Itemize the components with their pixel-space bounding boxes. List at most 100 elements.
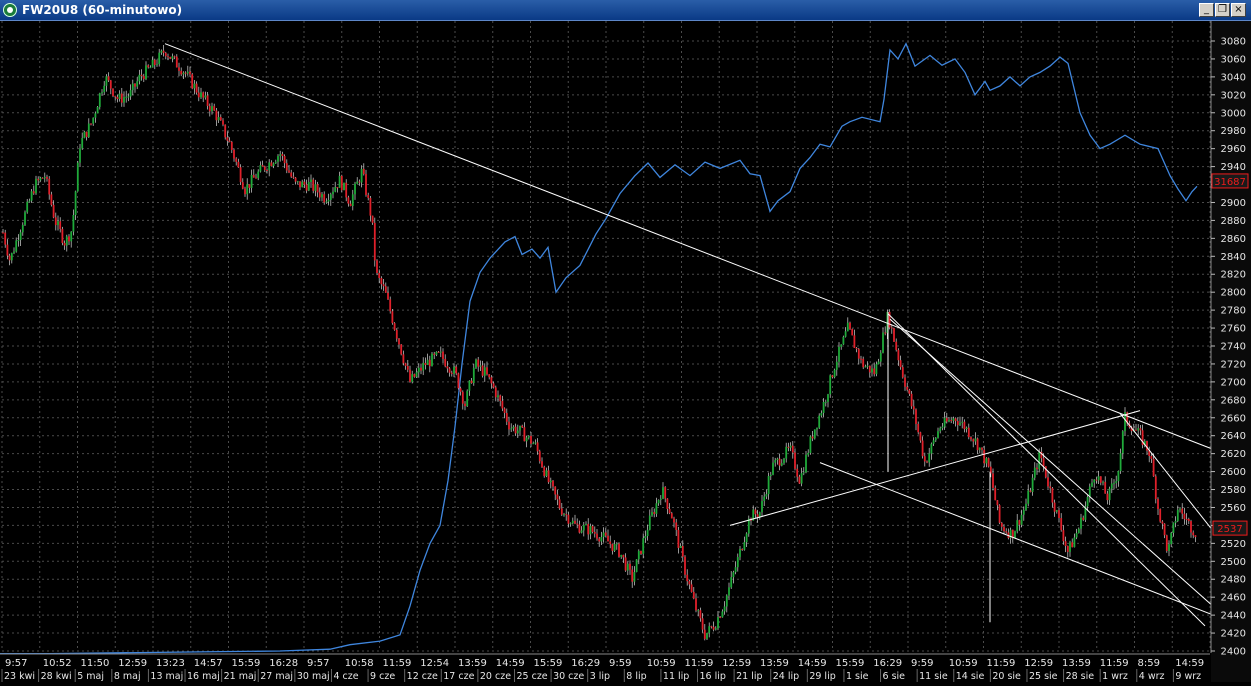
- y-tick-label: 2980: [1221, 126, 1246, 137]
- candle-down: [910, 393, 913, 407]
- minimize-button[interactable]: _: [1199, 3, 1214, 17]
- candle-down: [336, 187, 339, 189]
- candle-down: [503, 408, 506, 413]
- candle-up: [435, 351, 438, 355]
- candle-up: [204, 95, 207, 98]
- x-tick-label-date: 16 maj: [187, 671, 220, 682]
- candle-down: [684, 556, 686, 575]
- candle-down: [1183, 513, 1186, 519]
- candle-down: [666, 498, 669, 510]
- candle-down: [1163, 523, 1166, 536]
- candle-down: [285, 163, 288, 171]
- candle-up: [87, 123, 90, 138]
- y-axis: 2400242024402460248025002520254025602580…: [1210, 21, 1251, 682]
- candle-down: [266, 169, 268, 171]
- candle-down: [373, 222, 376, 261]
- candle-down: [921, 440, 924, 457]
- candle-up: [767, 476, 770, 495]
- candle-up: [74, 191, 77, 216]
- x-tick-label-date: 6 sie: [883, 671, 906, 682]
- candle-down: [631, 569, 634, 582]
- candle-down: [369, 197, 372, 216]
- candle-down: [283, 155, 286, 164]
- candle-up: [730, 577, 733, 588]
- candle-down: [851, 328, 854, 336]
- y-tick-label: 2800: [1221, 288, 1246, 299]
- candle-up: [19, 232, 22, 241]
- candle-up: [882, 332, 884, 353]
- candle-down: [488, 374, 491, 378]
- x-tick-label-time: 11:59: [987, 658, 1016, 669]
- x-tick-label-time: 13:23: [156, 658, 185, 669]
- candle-down: [481, 365, 484, 376]
- candle-down: [1000, 522, 1003, 527]
- candle-up: [637, 550, 640, 560]
- candle-down: [1135, 429, 1137, 431]
- y-tick-label: 2740: [1221, 342, 1246, 353]
- candle-up: [822, 401, 825, 413]
- candle-down: [153, 59, 156, 66]
- candle-down: [1049, 486, 1052, 489]
- candle-down: [862, 358, 865, 368]
- candle-down: [202, 92, 205, 98]
- candle-down: [241, 182, 244, 189]
- candle-down: [1066, 546, 1069, 552]
- close-button[interactable]: ×: [1231, 3, 1246, 17]
- candle-down: [624, 557, 627, 571]
- candle-up: [589, 526, 592, 535]
- candle-up: [96, 106, 99, 114]
- candle-down: [983, 449, 986, 464]
- candle-down: [1152, 458, 1155, 477]
- candle-down: [41, 177, 44, 179]
- candle-up: [1031, 477, 1034, 492]
- candle-up: [934, 437, 937, 441]
- candle-up: [1027, 490, 1030, 504]
- candle-up: [646, 529, 649, 537]
- candle-down: [954, 418, 957, 422]
- candle-up: [415, 372, 418, 377]
- chart-area[interactable]: 2400242024402460248025002520254025602580…: [0, 21, 1251, 682]
- candle-up: [354, 183, 356, 195]
- candle-up: [472, 367, 475, 384]
- candle-down: [1104, 481, 1107, 494]
- candle-up: [43, 176, 46, 179]
- candle-up: [725, 595, 728, 607]
- candle-down: [162, 50, 165, 53]
- current-price-label: 2537: [1217, 524, 1242, 535]
- x-tick-label-date: 9 cze: [370, 671, 395, 682]
- candle-up: [182, 72, 185, 75]
- candle-up: [160, 50, 163, 53]
- title-bar: FW20U8 (60-minutowo) _ ❐ ×: [0, 0, 1251, 21]
- candle-up: [1119, 453, 1122, 472]
- candle-down: [114, 95, 117, 97]
- candle-down: [402, 354, 405, 364]
- candle-down: [967, 427, 970, 438]
- candle-up: [466, 390, 469, 407]
- y-tick-label: 2680: [1221, 395, 1246, 406]
- candle-down: [596, 533, 598, 539]
- candle-up: [732, 572, 735, 578]
- candle-up: [296, 181, 299, 183]
- candle-down: [444, 358, 447, 367]
- x-tick-label-time: 11:59: [685, 658, 714, 669]
- candle-up: [871, 368, 873, 373]
- y-tick-label: 2560: [1221, 503, 1246, 514]
- x-tick-label-time: 8:59: [1138, 658, 1160, 669]
- x-tick-label-time: 11:59: [1100, 658, 1129, 669]
- candle-up: [939, 428, 942, 432]
- candle-up: [959, 422, 961, 426]
- candle-up: [35, 178, 37, 194]
- x-tick-label-date: 3 lip: [590, 671, 610, 682]
- x-tick-label-date: 28 kwi: [41, 671, 72, 682]
- candle-down: [167, 56, 169, 58]
- candle-up: [736, 557, 739, 568]
- candle-down: [437, 351, 440, 353]
- candle-down: [37, 178, 40, 181]
- candle-up: [431, 353, 433, 367]
- candle-up: [76, 162, 79, 192]
- restore-button[interactable]: ❐: [1215, 3, 1230, 17]
- candle-down: [340, 175, 343, 191]
- candle-down: [54, 217, 57, 226]
- candle-up: [138, 74, 141, 82]
- price-chart[interactable]: 2400242024402460248025002520254025602580…: [0, 21, 1251, 682]
